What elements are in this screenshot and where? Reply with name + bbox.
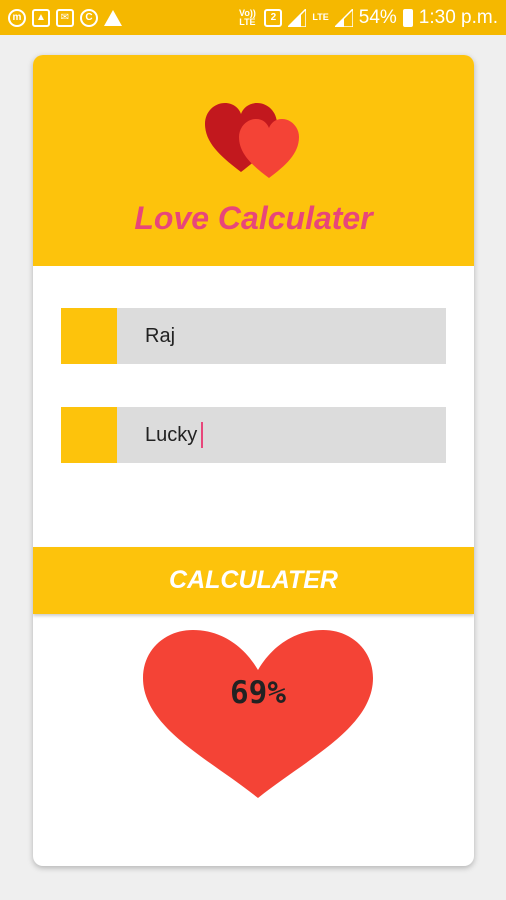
name1-value: Raj (145, 324, 176, 347)
name1-row: Raj (61, 308, 446, 364)
clock: 1:30 p.m. (418, 6, 498, 28)
signal-2-icon (334, 8, 353, 27)
status-bar: m ▲ ✉ C Vo)) LTE 2 LTE 54% 1:30 p.m. (0, 0, 506, 35)
card-header: Love Calculater (33, 55, 474, 266)
gallery-icon: ▲ (32, 8, 50, 27)
text-cursor (201, 422, 204, 448)
mail-icon: ✉ (56, 8, 74, 27)
sim-icon: 2 (264, 8, 283, 27)
signal-icon (288, 8, 307, 27)
name2-row: Lucky (61, 407, 446, 463)
volte-indicator: Vo)) LTE (238, 7, 256, 27)
battery-icon (402, 8, 413, 27)
messenger-icon: m (8, 8, 26, 27)
app-title: Love Calculater (134, 200, 373, 236)
system-icons: Vo)) LTE 2 LTE 54% 1:30 p.m. (236, 7, 498, 29)
name1-accent (61, 308, 117, 364)
calculator-card: Love Calculater Raj Lucky CALCULATER 69% (33, 55, 474, 866)
result-percent: 69% (230, 675, 286, 711)
refresh-icon: C (80, 8, 98, 27)
name2-accent (61, 407, 117, 463)
notification-icons: m ▲ ✉ C (8, 8, 122, 27)
battery-percent: 54% (358, 6, 397, 28)
calculate-button[interactable]: CALCULATER (33, 547, 474, 614)
name2-value: Lucky (145, 423, 198, 446)
warning-icon (104, 9, 122, 26)
name1-input[interactable]: Raj (117, 308, 446, 364)
two-hearts-icon (205, 103, 299, 178)
name2-input[interactable]: Lucky (117, 407, 446, 463)
heart-icon (143, 630, 373, 798)
lte-indicator: LTE (312, 12, 329, 22)
